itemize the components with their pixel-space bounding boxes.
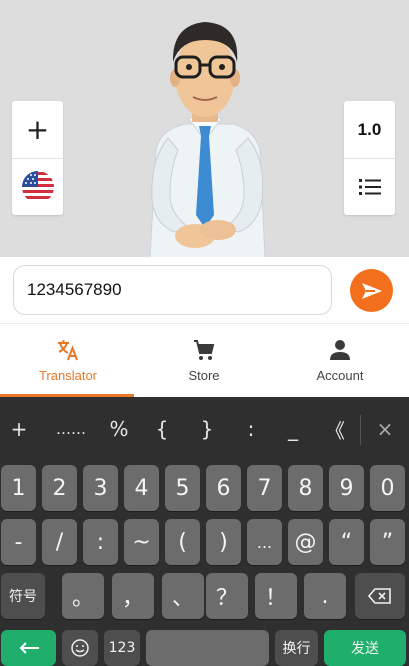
newline-key[interactable]: 换行 (275, 630, 318, 666)
symbol-suggestion-row: + …… % { } : _ 《 × (0, 397, 409, 461)
left-control-panel: + (12, 101, 63, 215)
text-input-value: 1234567890 (27, 280, 122, 299)
symbol-key[interactable]: …… (50, 397, 92, 461)
key-question[interactable]: ？ (206, 573, 248, 619)
person-icon (328, 338, 352, 362)
key-5[interactable]: 5 (165, 465, 200, 511)
text-input[interactable]: 1234567890 (13, 265, 332, 315)
symbol-key[interactable]: _ (278, 397, 308, 461)
key-colon[interactable]: : (83, 519, 118, 565)
tab-store[interactable]: Store (136, 324, 272, 397)
key-at[interactable]: @ (288, 519, 323, 565)
tab-store-label: Store (188, 368, 220, 383)
symbols-key[interactable]: 符号 (1, 573, 45, 619)
right-control-panel: 1.0 (344, 101, 395, 215)
plus-icon: + (25, 112, 50, 146)
symbol-row-divider (360, 415, 361, 445)
key-dot[interactable]: . (304, 573, 346, 619)
key-minus[interactable]: - (1, 519, 36, 565)
symbol-key[interactable]: } (192, 397, 222, 461)
send-button[interactable] (350, 269, 393, 312)
avatar-area: + 1.0 (0, 0, 409, 257)
key-exclamation[interactable]: ！ (255, 573, 297, 619)
list-icon (358, 179, 381, 195)
speed-button[interactable]: 1.0 (344, 101, 395, 158)
symbol-key[interactable]: 《 (320, 397, 350, 461)
speed-label: 1.0 (357, 119, 382, 139)
cart-icon (192, 338, 216, 362)
translate-icon (56, 338, 80, 362)
symbol-key[interactable]: : (236, 397, 266, 461)
key-tilde[interactable]: ~ (124, 519, 159, 565)
key-1[interactable]: 1 (1, 465, 36, 511)
emoji-icon (71, 639, 89, 657)
space-key[interactable] (146, 630, 269, 666)
backspace-key[interactable] (355, 573, 405, 619)
key-ellipsis[interactable]: ... (247, 519, 282, 565)
backspace-icon (368, 588, 391, 604)
key-3[interactable]: 3 (83, 465, 118, 511)
key-8[interactable]: 8 (288, 465, 323, 511)
tab-translator-label: Translator (38, 368, 98, 383)
emoji-key[interactable] (62, 630, 98, 666)
close-symbols-icon[interactable]: × (370, 397, 400, 461)
key-comma-cn[interactable]: ， (112, 573, 154, 619)
tab-account[interactable]: Account (272, 324, 408, 397)
key-2[interactable]: 2 (42, 465, 77, 511)
key-9[interactable]: 9 (329, 465, 364, 511)
key-enum-comma[interactable]: 、 (162, 573, 204, 619)
key-open-quote[interactable]: “ (329, 519, 364, 565)
key-6[interactable]: 6 (206, 465, 241, 511)
add-button[interactable]: + (12, 101, 63, 158)
send-arrow-icon (361, 282, 382, 299)
soft-keyboard: + …… % { } : _ 《 × 1 2 3 4 5 6 7 8 9 0 -… (0, 397, 409, 666)
symbol-key[interactable]: + (4, 397, 34, 461)
symbol-key[interactable]: { (147, 397, 177, 461)
input-row: 1234567890 (0, 257, 409, 323)
menu-list-button[interactable] (344, 158, 395, 215)
bottom-tab-bar: Translator Store Account (0, 323, 409, 397)
key-slash[interactable]: / (42, 519, 77, 565)
key-0[interactable]: 0 (370, 465, 405, 511)
us-flag-icon (21, 171, 54, 203)
back-arrow-key[interactable] (1, 630, 56, 666)
symbol-key[interactable]: % (104, 397, 134, 461)
tab-account-label: Account (316, 368, 364, 383)
language-flag-button[interactable] (12, 158, 63, 215)
send-key[interactable]: 发送 (324, 630, 406, 666)
key-4[interactable]: 4 (124, 465, 159, 511)
tab-translator[interactable]: Translator (0, 324, 136, 397)
key-right-paren[interactable]: ) (206, 519, 241, 565)
key-period-cn[interactable]: 。 (62, 573, 104, 619)
key-7[interactable]: 7 (247, 465, 282, 511)
key-left-paren[interactable]: ( (165, 519, 200, 565)
left-arrow-icon (19, 642, 39, 654)
numbers-key[interactable]: 123 (104, 630, 140, 666)
key-close-quote[interactable]: ” (370, 519, 405, 565)
